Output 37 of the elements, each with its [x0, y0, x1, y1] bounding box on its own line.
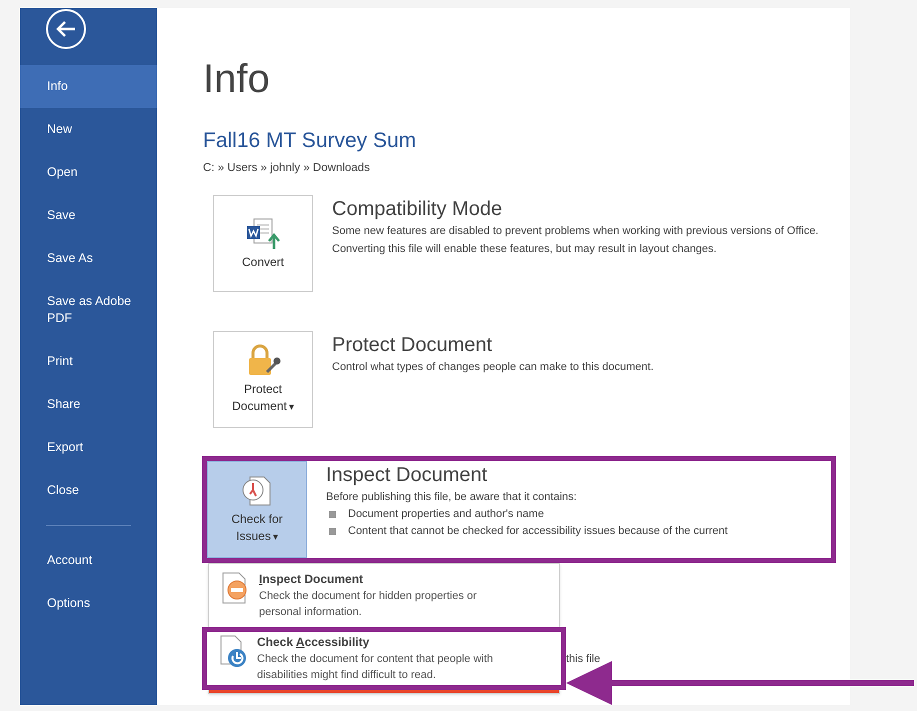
section-button[interactable]: Convert: [213, 195, 313, 292]
bullet-icon: [329, 511, 336, 518]
menu-item[interactable]: Check Accessibility Check the document for content that people with disabilities might find difficult to read.: [207, 632, 561, 685]
sidebar-item[interactable]: Save as Adobe PDF: [20, 280, 157, 340]
sidebar-item[interactable]: Info: [20, 65, 157, 108]
bullet-text: Document properties and author's name: [348, 507, 544, 522]
document-title: Fall16 MT Survey Sum: [203, 128, 418, 154]
menu-item[interactable]: Inspect Document Check the document for hidden properties or personal information.: [209, 569, 559, 622]
partial-text: this file: [566, 652, 600, 667]
bullet-text: Content that cannot be checked for accessibility issues because of the current: [348, 524, 728, 539]
section-description: Some new features are disabled to prevent problems when working with previous versions of Office. Converting this file will enable these features, but may result in layout changes.: [332, 224, 820, 257]
sidebar-item[interactable]: Export: [20, 426, 157, 469]
section-heading: Inspect Document: [326, 463, 488, 488]
section-button[interactable]: Protect Document ▾: [213, 331, 313, 428]
sidebar-item[interactable]: Options: [20, 582, 157, 625]
section-button[interactable]: Check for Issues ▾: [207, 461, 307, 558]
sidebar-item[interactable]: Share: [20, 383, 157, 426]
section-heading: Protect Document: [332, 333, 494, 358]
sidebar-item[interactable]: Account: [20, 539, 157, 582]
menu-item-title: Check Accessibility: [257, 634, 370, 651]
sidebar-item[interactable]: Save: [20, 194, 157, 237]
page-title: Info: [203, 56, 271, 103]
sidebar-item[interactable]: Open: [20, 151, 157, 194]
sidebar-item[interactable]: Print: [20, 340, 157, 383]
back-icon[interactable]: [46, 9, 86, 49]
section-description: Control what types of changes people can make to this document.: [332, 360, 655, 375]
sidebar-item[interactable]: New: [20, 108, 157, 151]
sidebar-item[interactable]: Save As: [20, 237, 157, 280]
bullet-icon: [329, 528, 336, 535]
section-heading: Compatibility Mode: [332, 197, 504, 222]
menu-item-description: Check the document for hidden properties or personal information.: [259, 589, 478, 620]
sidebar-item[interactable]: Close: [20, 469, 157, 512]
menu-item-title: Inspect Document: [259, 571, 364, 588]
section-description: Before publishing this file, be aware that it contains:: [326, 490, 578, 505]
file-path: C: » Users » johnly » Downloads: [203, 161, 371, 176]
menu-item-description: Check the document for content that people with disabilities might find difficult to read.: [257, 652, 494, 683]
convert-document-icon: [245, 216, 281, 250]
